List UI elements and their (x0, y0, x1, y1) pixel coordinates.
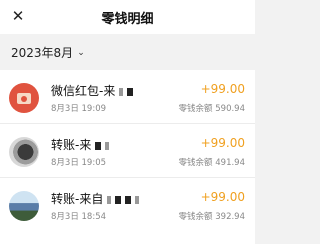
transaction-list: 微信红包-来 8月3日 19:09 +99.00 零钱余额 590.94 转账-… (0, 70, 255, 244)
balance-after: 零钱余额 491.94 (178, 158, 245, 168)
transaction-amount: +99.00 (200, 136, 245, 150)
chevron-down-icon[interactable]: ⌄ (77, 48, 85, 58)
user-avatar (9, 137, 39, 167)
top-bar: ✕ 零钱明细 (0, 0, 255, 34)
redacted-mark (105, 141, 110, 150)
redacted-mark (135, 195, 140, 204)
transaction-title: 转账-来自 (51, 190, 140, 207)
redacted-mark (127, 87, 134, 96)
month-label[interactable]: 2023年8月 (11, 44, 73, 61)
transaction-item[interactable]: 转账-来 8月3日 19:05 +99.00 零钱余额 491.94 (0, 124, 255, 178)
transaction-title: 转账-来 (51, 136, 110, 153)
month-filter[interactable]: 2023年8月 ⌄ (0, 40, 255, 64)
redacted-mark (119, 87, 124, 96)
page-title: 零钱明细 (101, 11, 154, 27)
redacted-mark (125, 195, 132, 204)
transaction-date: 8月3日 18:54 (51, 212, 107, 222)
transaction-title: 微信红包-来 (51, 82, 134, 99)
balance-after: 零钱余额 392.94 (178, 212, 245, 222)
transaction-amount: +99.00 (200, 190, 245, 204)
redacted-mark (115, 195, 122, 204)
transaction-amount: +99.00 (200, 82, 245, 96)
redacted-mark (95, 141, 102, 150)
transaction-date: 8月3日 19:09 (51, 104, 107, 114)
transaction-date: 8月3日 19:05 (51, 158, 107, 168)
close-icon[interactable]: ✕ (9, 7, 27, 25)
red-packet-icon (9, 83, 39, 113)
redacted-mark (107, 195, 112, 204)
user-avatar (9, 191, 39, 221)
balance-after: 零钱余额 590.94 (178, 104, 245, 114)
transaction-item[interactable]: 转账-来自 8月3日 18:54 +99.00 零钱余额 392.94 (0, 178, 255, 232)
transaction-item[interactable]: 微信红包-来 8月3日 19:09 +99.00 零钱余额 590.94 (0, 70, 255, 124)
